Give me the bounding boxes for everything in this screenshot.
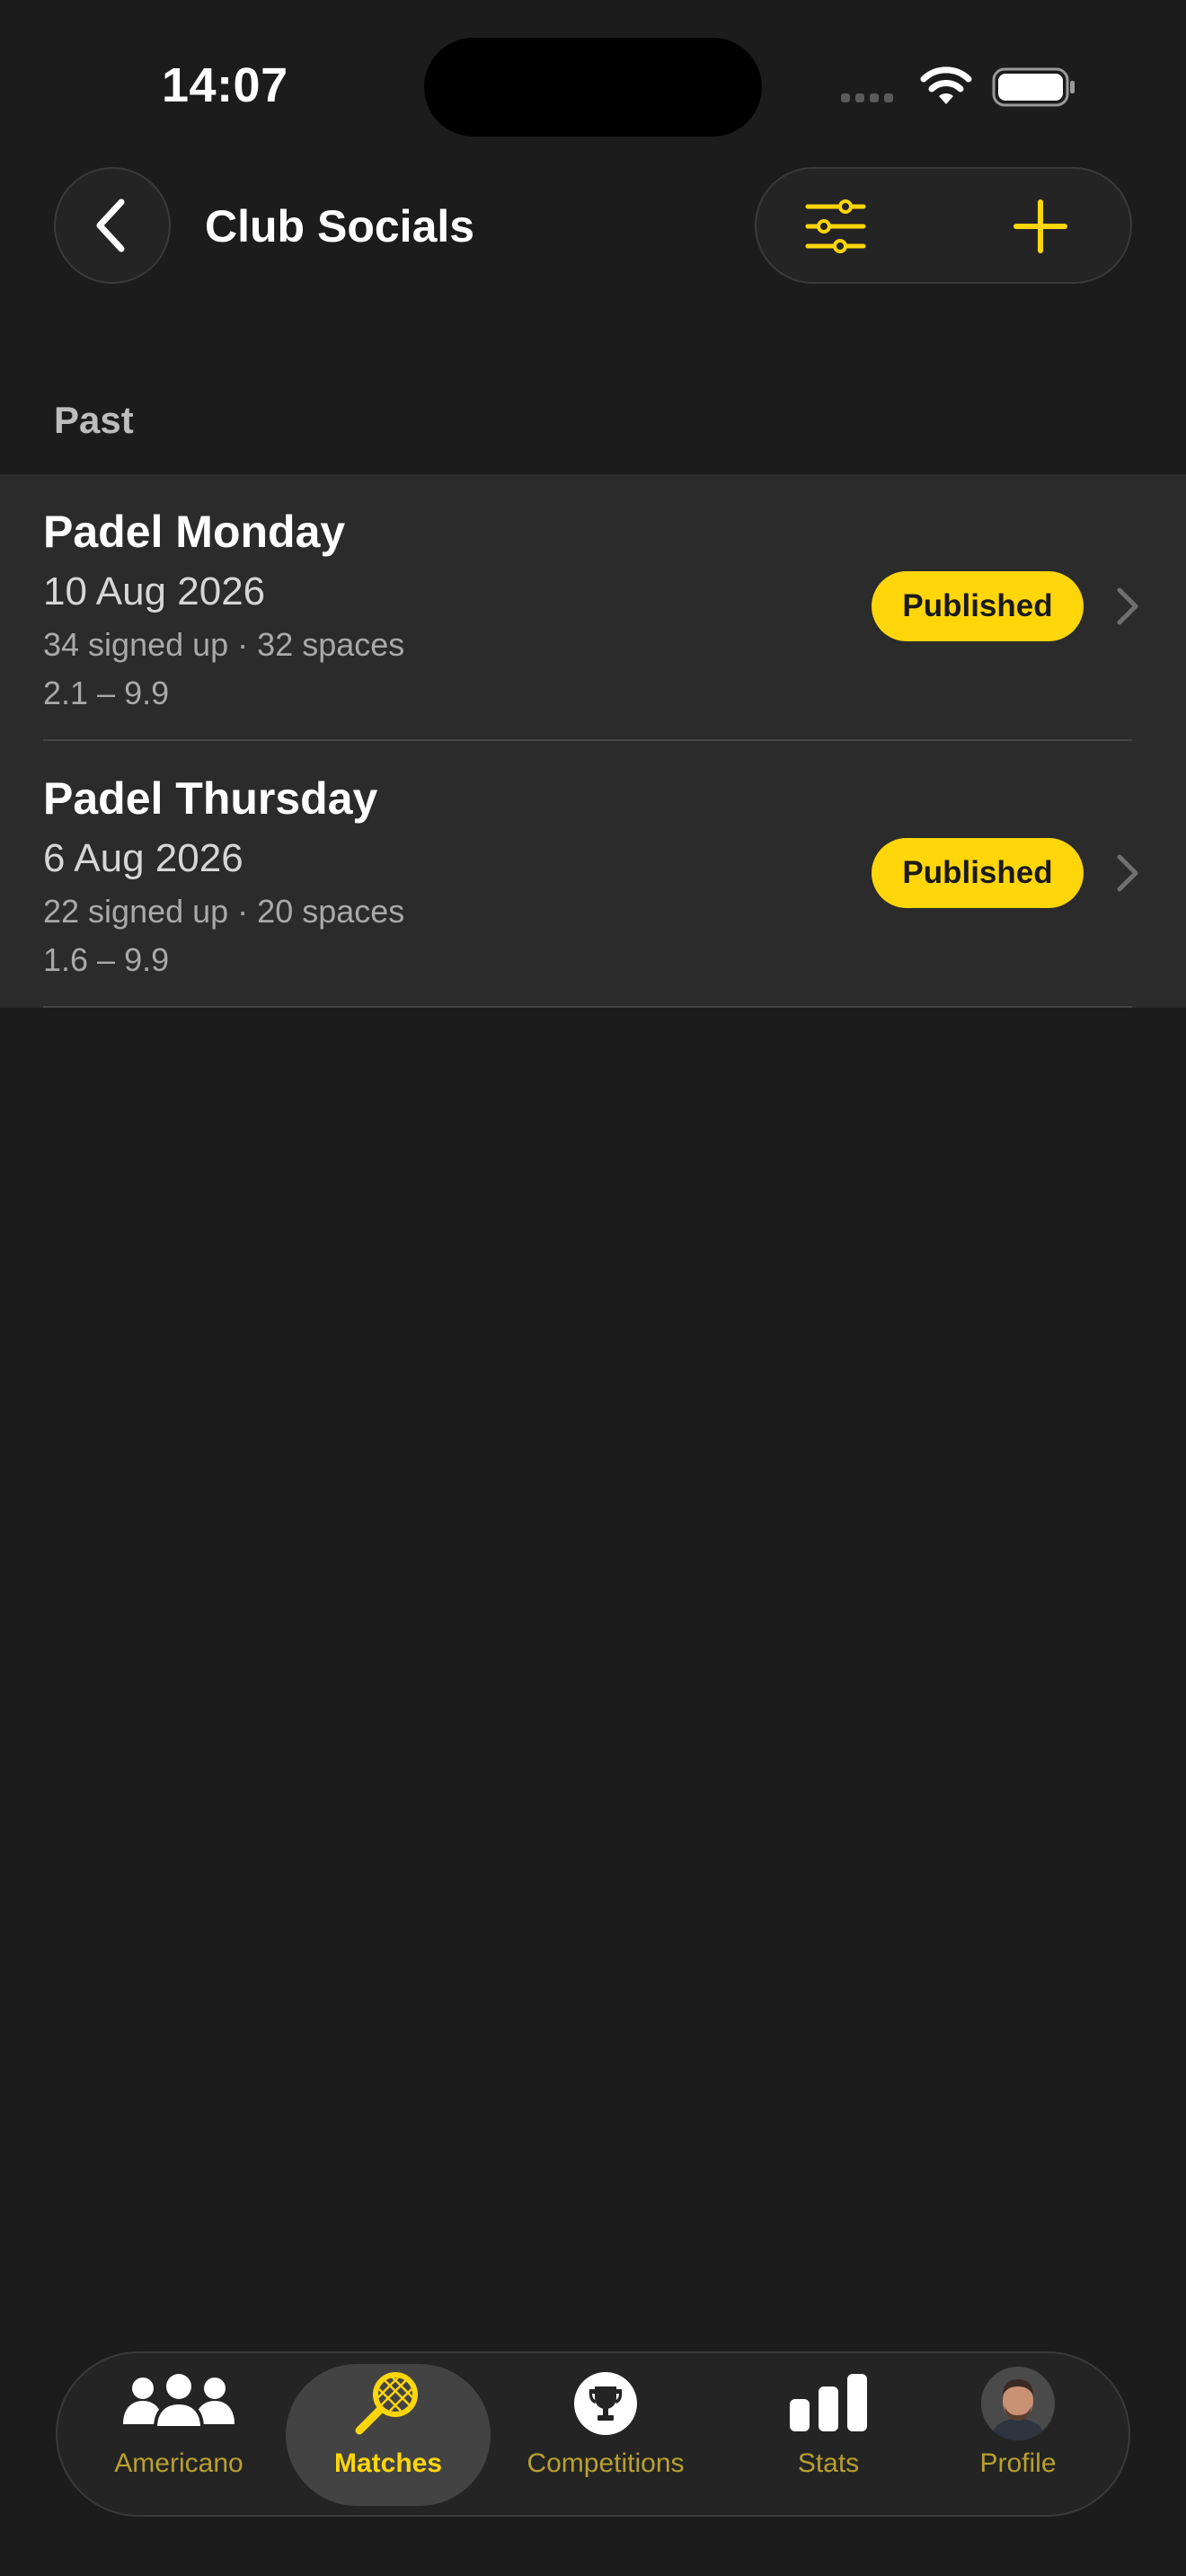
match-level-range: 1.6 – 9.9: [43, 941, 170, 978]
section-title: Past: [54, 399, 134, 441]
plus-icon: [1013, 199, 1067, 253]
add-button[interactable]: [1006, 192, 1075, 260]
match-level-range: 2.1 – 9.9: [43, 675, 170, 711]
match-row-padel-monday[interactable]: Padel Monday 10 Aug 2026 34 signed up · …: [0, 474, 1186, 741]
sliders-icon: [805, 199, 866, 253]
tab-label: Profile: [979, 2448, 1057, 2478]
tab-label: Stats: [797, 2448, 860, 2478]
match-signups: 22 signed up · 20 spaces: [43, 893, 405, 930]
battery-icon: [992, 67, 1075, 107]
chevron-left-icon: [96, 198, 125, 252]
filter-button[interactable]: [801, 192, 870, 260]
tab-profile[interactable]: Profile: [951, 2366, 1085, 2506]
page-title: Club Socials: [205, 201, 475, 251]
match-list: Padel Monday 10 Aug 2026 34 signed up · …: [0, 474, 1186, 1008]
back-button[interactable]: [54, 167, 171, 284]
tab-americano[interactable]: Americano: [93, 2366, 264, 2506]
cellular-signal-icon: [841, 93, 893, 102]
chevron-right-icon: [1117, 854, 1138, 892]
tab-label: Matches: [333, 2448, 443, 2478]
match-signups: 34 signed up · 32 spaces: [43, 626, 405, 663]
racket-icon: [355, 2372, 418, 2435]
tab-matches[interactable]: Matches: [300, 2366, 476, 2506]
match-date: 10 Aug 2026: [43, 569, 266, 613]
chevron-right-icon: [1117, 587, 1138, 625]
match-row-padel-thursday[interactable]: Padel Thursday 6 Aug 2026 22 signed up ·…: [0, 741, 1186, 1008]
wifi-icon: [920, 66, 972, 104]
tab-stats[interactable]: Stats: [757, 2366, 900, 2506]
row-divider: [43, 1006, 1132, 1008]
status-badge: Published: [872, 571, 1084, 641]
tab-label: Americano: [114, 2448, 243, 2478]
tab-label: Competitions: [527, 2448, 685, 2478]
avatar: [981, 2367, 1055, 2440]
bar-chart-icon: [790, 2374, 867, 2431]
match-title: Padel Thursday: [43, 773, 378, 824]
people-icon: [123, 2374, 235, 2430]
tab-competitions[interactable]: Competitions: [507, 2366, 704, 2506]
match-title: Padel Monday: [43, 507, 346, 557]
trophy-icon: [574, 2372, 637, 2435]
match-date: 6 Aug 2026: [43, 836, 243, 880]
tab-bar: Americano Matches Competitions Stats Pro…: [56, 2351, 1130, 2517]
dynamic-island: [424, 38, 762, 137]
status-badge: Published: [872, 838, 1084, 908]
header-actions: [755, 167, 1132, 284]
status-time: 14:07: [162, 58, 288, 112]
